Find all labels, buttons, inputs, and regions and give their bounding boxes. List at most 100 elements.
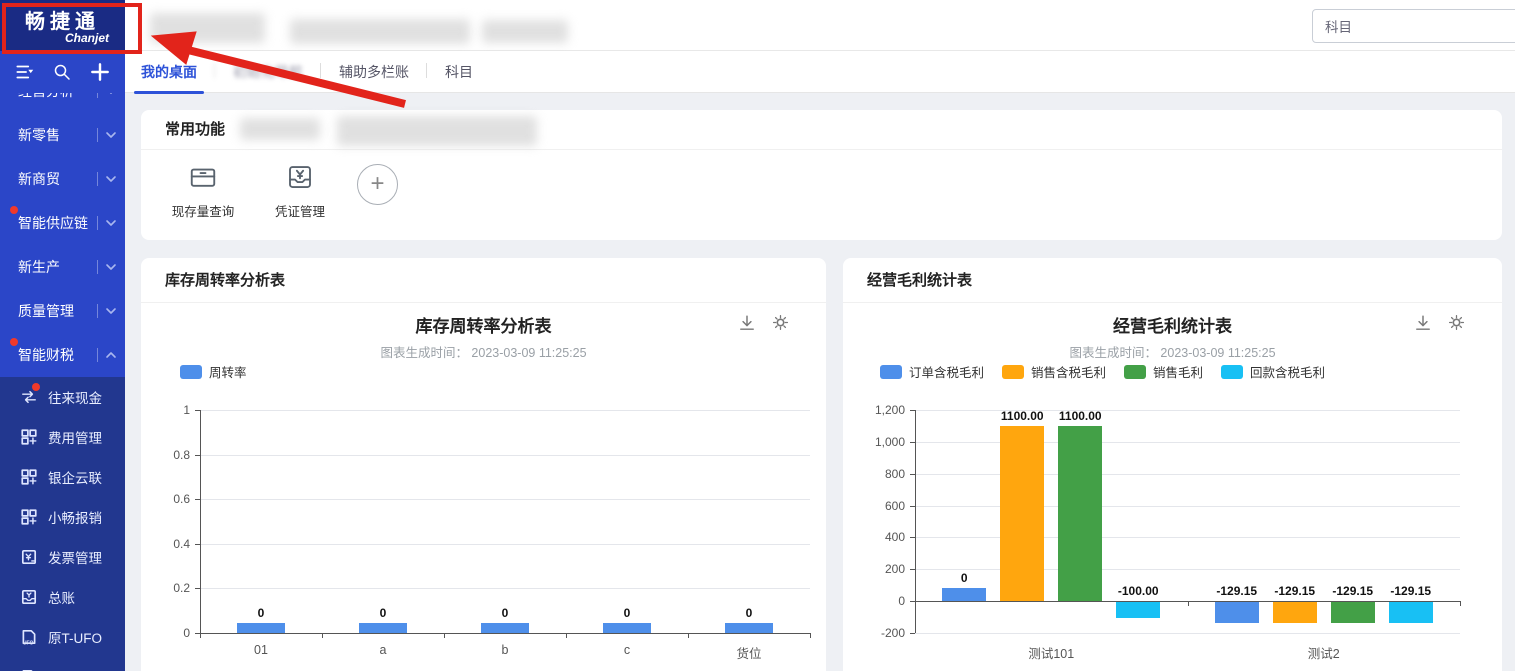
- sidebar-subitem-4[interactable]: 发票管理: [0, 537, 125, 577]
- x-axis-tick: [322, 633, 323, 638]
- sidebar-item-4[interactable]: 新生产: [0, 245, 125, 289]
- sidebar: 畅捷通 Chanjet 经营分析新零售新商贸智能供应链新生产质量管理智能财税往来…: [0, 0, 125, 671]
- sidebar-subitem-label: 往来现金: [48, 391, 102, 406]
- voucher-icon: [285, 162, 315, 192]
- x-axis-category-label: 测试101: [1028, 647, 1075, 661]
- gridline: [200, 588, 810, 590]
- sidebar-subitem-7[interactable]: UFOT-UFO: [0, 657, 125, 671]
- search-icon[interactable]: [50, 60, 74, 84]
- modules-icon: [20, 508, 38, 526]
- legend-item-0[interactable]: 周转率: [180, 362, 247, 381]
- y-axis-tick-label: 400: [884, 530, 905, 545]
- y-axis-line: [200, 410, 201, 633]
- bar-value-label: -100.00: [1117, 584, 1159, 599]
- x-axis-tick: [1187, 601, 1189, 607]
- sidebar-subitem-label: 小畅报销: [48, 511, 102, 526]
- inventory-icon: [188, 162, 218, 192]
- gross-profit-card: 经营毛利统计表 经营毛利统计表 图表生成时间： 2023-03-09 11:25…: [843, 258, 1502, 671]
- sidebar-item-6[interactable]: 智能财税: [0, 333, 125, 377]
- sidebar-subitem-1[interactable]: 费用管理: [0, 417, 125, 457]
- legend-swatch: [1002, 364, 1025, 379]
- sidebar-item-3[interactable]: 智能供应链: [0, 201, 125, 245]
- chevron-up-icon: [97, 333, 117, 377]
- invoice-icon: [20, 548, 38, 566]
- chart-title: 库存周转率分析表: [415, 317, 552, 336]
- sidebar-item-1[interactable]: 新零售: [0, 113, 125, 157]
- chevron-down-icon: [97, 245, 117, 289]
- legend-swatch: [1221, 364, 1244, 379]
- sidebar-subitem-label: 原T-UFO: [48, 631, 102, 646]
- bar: [481, 623, 529, 633]
- sidebar-item-label: 经营分析: [18, 93, 74, 101]
- legend-item-1[interactable]: 销售含税毛利: [1002, 362, 1106, 381]
- legend-label: 回款含税毛利: [1250, 366, 1326, 380]
- legend-item-3[interactable]: 回款含税毛利: [1221, 362, 1325, 381]
- bar: [1330, 602, 1375, 623]
- gridline: [915, 633, 1460, 634]
- sidebar-item-label: 新零售: [18, 127, 60, 143]
- bar: [1388, 602, 1433, 623]
- bar: [359, 623, 407, 633]
- sidebar-subitem-label: 银企云联: [48, 471, 102, 486]
- notification-dot: [10, 338, 18, 346]
- sidebar-item-label: 新生产: [18, 259, 60, 275]
- y-axis-line: [915, 410, 916, 633]
- svg-text:UFO: UFO: [23, 640, 34, 646]
- sidebar-subitem-3[interactable]: 小畅报销: [0, 497, 125, 537]
- legend-label: 订单含税毛利: [909, 366, 985, 380]
- download-icon[interactable]: [738, 314, 756, 332]
- modules-icon: [20, 468, 38, 486]
- bar: [1116, 602, 1161, 619]
- y-axis-tick-label: 0.4: [173, 536, 190, 551]
- tab-0[interactable]: 我的桌面: [134, 62, 204, 94]
- add-icon[interactable]: [88, 60, 112, 84]
- sidebar-subitem-0[interactable]: 往来现金: [0, 377, 125, 417]
- chevron-down-icon: [97, 289, 117, 333]
- x-axis-tick: [1460, 601, 1461, 607]
- bar: [942, 588, 987, 602]
- gear-icon[interactable]: [772, 314, 790, 332]
- gridline: [915, 505, 1460, 507]
- sidebar-subitem-6[interactable]: UFO 原T-UFO: [0, 617, 125, 657]
- tab-1[interactable]: 初始化导航: [214, 62, 303, 82]
- sidebar-item-2[interactable]: 新商贸: [0, 157, 125, 201]
- sidebar-item-5[interactable]: 质量管理: [0, 289, 125, 333]
- function-item-0[interactable]: 现存量查询: [155, 162, 251, 220]
- y-axis-tick-label: 800: [884, 466, 905, 481]
- bar-value-label: 0: [745, 606, 753, 620]
- download-icon[interactable]: [1414, 314, 1432, 332]
- legend-item-2[interactable]: 销售毛利: [1124, 362, 1203, 381]
- redacted-text: [240, 118, 320, 140]
- x-axis-category-label: 货位: [736, 647, 762, 661]
- tab-2[interactable]: 辅助多栏账: [320, 62, 409, 82]
- gridline: [915, 441, 1460, 443]
- sidebar-subitem-2[interactable]: 银企云联: [0, 457, 125, 497]
- gear-icon[interactable]: [1448, 314, 1466, 332]
- menu-collapse-icon[interactable]: [13, 60, 37, 84]
- y-axis-tick-label: 0: [183, 626, 190, 640]
- sidebar-item-0[interactable]: 经营分析: [0, 93, 125, 113]
- x-axis-category-label: 测试2: [1307, 647, 1340, 661]
- function-item-label: 凭证管理: [274, 205, 325, 219]
- legend-swatch: [180, 364, 202, 379]
- y-axis-tick-label: 1: [183, 403, 190, 417]
- add-function-button[interactable]: +: [357, 164, 398, 205]
- function-item-1[interactable]: 凭证管理: [252, 162, 348, 220]
- notification-dot: [10, 206, 18, 214]
- sidebar-subitem-label: 费用管理: [48, 431, 102, 446]
- legend-item-0[interactable]: 订单含税毛利: [880, 362, 984, 381]
- x-axis-tick: [688, 633, 689, 638]
- sidebar-menu: 经营分析新零售新商贸智能供应链新生产质量管理智能财税往来现金费用管理银企云联小畅…: [0, 93, 125, 671]
- card-title: 库存周转率分析表: [141, 258, 826, 303]
- sidebar-subitem-5[interactable]: 总账: [0, 577, 125, 617]
- y-axis-tick-label: 200: [884, 562, 905, 577]
- ufo-icon: UFO: [20, 628, 38, 646]
- chart-toolbar: [738, 314, 790, 332]
- tab-3[interactable]: 科目: [426, 62, 473, 82]
- function-item-label: 现存量查询: [171, 205, 235, 219]
- app-logo[interactable]: 畅捷通 Chanjet: [0, 0, 125, 51]
- search-input[interactable]: [1312, 9, 1515, 43]
- bar: [725, 623, 773, 633]
- legend-swatch: [1124, 364, 1147, 379]
- bar-value-label: 0: [501, 606, 509, 620]
